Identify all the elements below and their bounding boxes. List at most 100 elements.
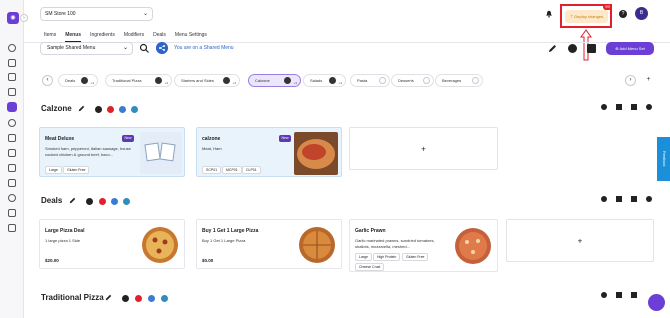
- add-item-card[interactable]: +: [349, 127, 498, 170]
- tab-modifiers[interactable]: Modifiers: [124, 32, 144, 42]
- item-card-buy1get1[interactable]: Buy 1 Get 1 Large Pizza Buy 1 Get 1 Larg…: [196, 219, 342, 269]
- section-add-icon[interactable]: [601, 196, 607, 202]
- channel-count-icon: [81, 77, 88, 84]
- channel-web-icon: [148, 295, 155, 302]
- store-selector[interactable]: SM Store 100 ⌄: [40, 7, 153, 21]
- edit-section-icon[interactable]: [69, 197, 76, 204]
- placeholder-image-icon: [140, 132, 182, 174]
- tab-deals[interactable]: Deals: [153, 32, 166, 42]
- feedback-tab[interactable]: Feedback: [657, 137, 670, 181]
- category-label: Calzone: [255, 78, 270, 83]
- nav-payments-icon[interactable]: [8, 179, 16, 187]
- pizza-photo: [455, 228, 491, 264]
- app-logo-icon[interactable]: ◉: [7, 12, 19, 24]
- schedule-icon[interactable]: [568, 44, 577, 53]
- copy-menu-icon[interactable]: [587, 44, 596, 53]
- nav-reports-icon[interactable]: [8, 149, 16, 157]
- tab-menu-settings[interactable]: Menu Settings: [175, 32, 207, 42]
- add-menu-set-button[interactable]: ⊕ Add Menu Set: [606, 42, 654, 55]
- item-name: Buy 1 Get 1 Large Pizza: [202, 228, 259, 234]
- edit-section-icon[interactable]: [105, 294, 112, 301]
- edit-section-icon[interactable]: [78, 105, 85, 112]
- category-count: +3: [338, 81, 342, 85]
- tab-menus[interactable]: Menus: [65, 32, 82, 42]
- category-label: Salads: [310, 78, 323, 83]
- category-pill-calzone[interactable]: Calzone +3: [248, 74, 301, 87]
- section-settings-icon[interactable]: [646, 104, 652, 110]
- nav-orders-icon[interactable]: [8, 73, 16, 81]
- channel-count-icon: [329, 77, 336, 84]
- section-move-icon[interactable]: [616, 292, 622, 298]
- categories-next-button[interactable]: ›: [625, 75, 636, 86]
- category-pill-salads[interactable]: Salads +3: [303, 74, 346, 87]
- empty-channel-icon: [423, 77, 430, 84]
- item-price: $0.00: [202, 258, 214, 263]
- collapse-sidebar-icon[interactable]: ›: [20, 14, 28, 22]
- category-pill-desserts[interactable]: Desserts: [391, 74, 434, 87]
- section-add-icon[interactable]: [601, 292, 607, 298]
- item-name: Large Pizza Deal: [45, 228, 85, 234]
- channel-doordash-icon: [99, 198, 106, 205]
- section-add-icon[interactable]: [601, 104, 607, 110]
- new-badge: New: [122, 135, 134, 142]
- item-card-calzone[interactable]: calzone New Meat, Ham SCP01 MCP01 CLP01: [196, 127, 342, 177]
- category-label: Starters and Sides: [181, 78, 214, 83]
- search-menu-icon[interactable]: [139, 43, 150, 54]
- category-pill-starters-and-sides[interactable]: Starters and Sides +3: [174, 74, 240, 87]
- item-card-meat-deluxe[interactable]: Meat Deluxe New Smoked ham, pepperoni, I…: [39, 127, 185, 177]
- category-label: Traditional Pizza: [112, 78, 142, 83]
- item-description: Smoked ham, pepperoni, Italian sausage, …: [45, 146, 131, 157]
- tab-items[interactable]: Items: [44, 32, 56, 42]
- tab-ingredients[interactable]: Ingredients: [90, 32, 115, 42]
- notification-bell-icon[interactable]: [545, 10, 553, 18]
- item-card-garlic-prawn[interactable]: Garlic Prawn Garlic marinated prawns, su…: [349, 219, 498, 272]
- add-menu-set-label: Add Menu Set: [619, 46, 645, 51]
- nav-menu-icon[interactable]: [7, 102, 17, 112]
- deploy-label: Deploy changes: [574, 14, 604, 19]
- left-sidebar: ◉ ›: [0, 0, 28, 318]
- deploy-changes-button[interactable]: ⇡ Deploy changes: [565, 10, 608, 23]
- category-pill-pasta[interactable]: Pasta: [350, 74, 390, 87]
- calzone-photo: [294, 132, 338, 175]
- item-name: calzone: [202, 136, 221, 142]
- avatar[interactable]: B: [635, 7, 648, 20]
- category-pill-traditional-pizza[interactable]: Traditional Pizza +3: [105, 74, 172, 87]
- edit-menu-icon[interactable]: [548, 44, 557, 53]
- channel-doordash-icon: [135, 295, 142, 302]
- channel-uber-icon: [122, 295, 129, 302]
- plus-icon: +: [421, 144, 426, 153]
- category-pill-beverages[interactable]: Beverages: [435, 74, 483, 87]
- categories-prev-button[interactable]: ‹: [42, 75, 53, 86]
- item-tag: Gluten Free: [402, 253, 429, 261]
- section-title-deals: Deals: [41, 196, 63, 205]
- nav-customers-icon[interactable]: [8, 134, 16, 142]
- nav-store-icon[interactable]: [8, 88, 16, 96]
- section-delete-icon[interactable]: [631, 292, 637, 298]
- category-pill-deals[interactable]: Deals +3: [58, 74, 98, 87]
- item-description: Buy 1 Get 1 Large Pizza: [202, 238, 246, 243]
- item-description: 1 large pizza 1 Side: [45, 238, 81, 243]
- section-settings-icon[interactable]: [646, 196, 652, 202]
- nav-integrations-icon[interactable]: [8, 164, 16, 172]
- search-icon[interactable]: [8, 44, 16, 52]
- nav-billing-icon[interactable]: [8, 224, 16, 232]
- nav-staff-icon[interactable]: [8, 209, 16, 217]
- item-tag: SCP01: [202, 166, 222, 174]
- section-delete-icon[interactable]: [631, 104, 637, 110]
- category-count: +3: [164, 81, 168, 85]
- channel-doordash-icon: [107, 106, 114, 113]
- item-tag: MCP01: [222, 166, 242, 174]
- deploy-count-badge: 99: [603, 4, 612, 10]
- item-card-large-pizza-deal[interactable]: Large Pizza Deal 1 large pizza 1 Side $2…: [39, 219, 185, 269]
- add-item-card[interactable]: +: [506, 219, 654, 262]
- section-move-icon[interactable]: [616, 196, 622, 202]
- nav-dashboard-icon[interactable]: [8, 59, 16, 67]
- section-move-icon[interactable]: [616, 104, 622, 110]
- nav-marketing-icon[interactable]: [8, 119, 16, 127]
- menu-selector[interactable]: Sample Shared Menu ⌄: [40, 42, 133, 55]
- add-category-icon[interactable]: +: [643, 75, 654, 86]
- help-icon[interactable]: ?: [619, 10, 627, 18]
- nav-settings-icon[interactable]: [8, 194, 16, 202]
- chat-support-icon[interactable]: [648, 294, 665, 311]
- section-delete-icon[interactable]: [631, 196, 637, 202]
